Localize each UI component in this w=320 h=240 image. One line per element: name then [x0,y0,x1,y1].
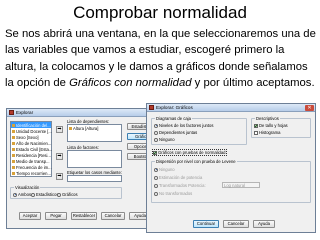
radio-icon [154,191,158,196]
ruler-icon [69,127,72,130]
explore-graphs-dialog: Explorar: Gráficos ✕ Diagramas de caja N… [146,103,316,233]
power-dropdown[interactable]: Log natural [222,182,260,188]
checkbox-icon [254,130,258,135]
variable-item[interactable]: Tiempo recorrien... [11,170,51,176]
levene-group: Dispersión por nivel con prueba de Leven… [151,159,311,203]
dependents-list[interactable]: Altura [Altura] [67,124,122,142]
stem-and-leaf-checkbox[interactable]: De tallo y hojas [254,123,288,128]
move-to-case-label-arrow-icon[interactable]: ➡ [56,173,63,180]
factor-levels-together-radio[interactable]: Niveles de los factores juntos [154,123,213,128]
continue-button[interactable]: Continuar [193,220,219,228]
paragraph-emphasis: Gráficos con normalidad [69,77,192,90]
paste-button[interactable]: Pegar [45,212,67,220]
ok-button[interactable]: Aceptar [19,212,41,220]
checkbox-checked-icon [153,150,157,155]
move-to-factors-arrow-icon[interactable]: ➡ [56,153,63,160]
checkbox-checked-icon [254,123,258,128]
radio-selected-icon [154,123,158,128]
radio-selected-icon [154,167,158,172]
move-to-dependents-arrow-icon[interactable]: ➡ [56,126,63,133]
ruler-icon [12,165,15,169]
dependent-item[interactable]: Altura [Altura] [69,126,98,131]
levene-group-title: Dispersión por nivel con prueba de Leven… [155,159,237,164]
ruler-icon [12,123,15,127]
factors-list[interactable] [67,150,122,168]
ruler-icon [12,129,15,133]
radio-icon [154,137,158,142]
radio-icon [31,192,35,197]
graphs-title: Explorar: Gráficos [156,105,193,110]
radio-selected-icon [13,192,17,197]
ruler-icon [12,171,15,175]
transformed-radio[interactable]: Transformados Potencia: [154,183,206,188]
boxplots-group-title: Diagramas de caja [155,116,192,121]
ruler-icon [12,141,15,145]
ruler-icon [12,159,15,163]
cancel-button[interactable]: Cancelar [223,220,249,228]
display-group-title: Visualización [14,185,41,190]
variable-item[interactable]: Identificación del... [11,122,51,128]
spss-app-icon [9,110,14,115]
case-label-field[interactable] [67,175,122,182]
variable-item[interactable]: Año de Nacimien... [11,140,51,146]
dependents-together-radio[interactable]: Dependientes juntas [154,130,197,135]
boxplots-none-radio[interactable]: Ninguno [154,137,175,142]
radio-icon [154,175,158,180]
variable-item[interactable]: Frecuencia de im... [11,164,52,170]
source-variable-list[interactable]: Identificación del... Unidad Docente [..… [10,121,52,177]
display-both-radio[interactable]: Ambos [13,192,31,197]
display-group: Visualización Ambos Estadísticos Gráfico… [10,185,122,199]
explore-titlebar: Explorar ✕ [7,109,165,117]
help-button[interactable]: Ayuda [253,220,275,228]
ruler-icon [12,153,15,157]
levene-none-radio[interactable]: Ninguno [154,167,175,172]
slide-title: Comprobar normalidad [73,3,247,22]
descriptive-group-title: Descriptivos [255,116,280,121]
reset-button[interactable]: Restablecer [71,212,97,220]
explore-dialog: Explorar ✕ Identificación del... Unidad … [6,108,166,229]
paragraph-outro: y por último aceptamos. [191,77,315,90]
untransformed-radio[interactable]: No transformados [154,191,192,196]
variable-item[interactable]: Medio de transp... [11,158,51,164]
radio-icon [57,192,61,197]
boxplots-group: Diagramas de caja Niveles de los factore… [151,116,247,145]
descriptive-group: Descriptivos De tallo y hojas Histograma [251,116,311,138]
close-icon[interactable]: ✕ [305,104,314,111]
power-estimation-radio[interactable]: Estimación de potencia [154,175,202,180]
cancel-button[interactable]: Cancelar [101,212,125,220]
variable-item[interactable]: Unidad Docente [... [11,128,52,134]
variable-item[interactable]: Estado Civil [Esta... [11,146,52,152]
ruler-icon [12,135,15,139]
display-graphs-radio[interactable]: Gráficos [57,192,78,197]
histogram-checkbox[interactable]: Histograma [254,130,280,135]
radio-icon [154,130,158,135]
ruler-icon [12,147,15,151]
radio-icon [154,183,158,188]
explore-title: Explorar [16,110,34,115]
display-statistics-radio[interactable]: Estadísticos [31,192,59,197]
normality-plots-checkbox[interactable]: Gráficos con pruebas de normalidad [152,149,227,156]
variable-item[interactable]: Residencia [Resi... [11,152,51,158]
instruction-paragraph: Se nos abrirá una ventana, en la que sel… [5,26,317,92]
graphs-titlebar: Explorar: Gráficos ✕ [147,104,315,112]
spss-app-icon [149,105,154,110]
